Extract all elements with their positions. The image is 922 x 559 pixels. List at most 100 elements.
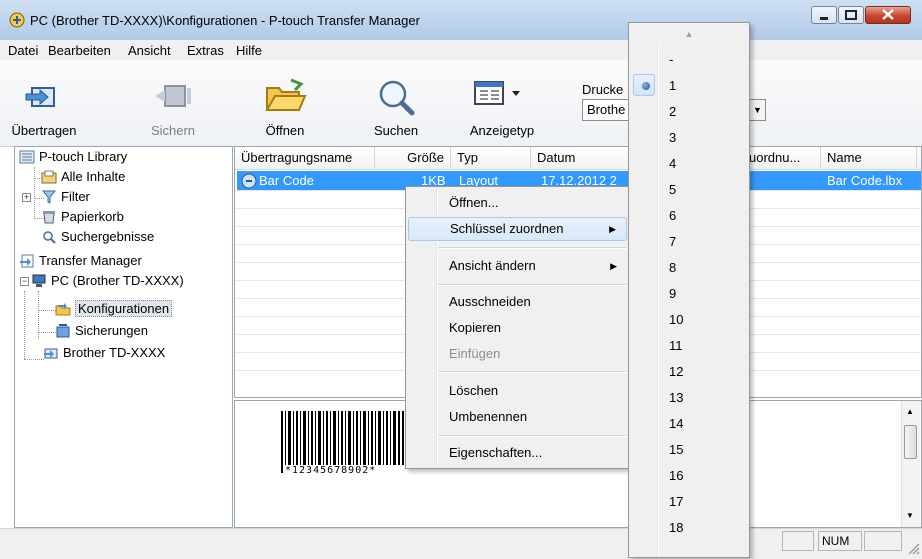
scroll-up-arrow-icon[interactable]: ▲ bbox=[629, 23, 749, 45]
menu-view[interactable]: Ansicht bbox=[128, 43, 171, 58]
menu-item-cut[interactable]: Ausschneiden bbox=[408, 290, 627, 314]
minimize-button[interactable] bbox=[811, 6, 837, 24]
backups-icon bbox=[56, 323, 70, 338]
scroll-thumb[interactable] bbox=[904, 425, 917, 459]
scroll-down-icon[interactable]: ▼ bbox=[906, 511, 914, 520]
key-item[interactable]: 8 bbox=[669, 255, 729, 281]
radio-selected-icon bbox=[642, 82, 650, 90]
col-date[interactable]: Datum bbox=[531, 147, 631, 169]
key-item[interactable]: 16 bbox=[669, 463, 729, 489]
tree-line bbox=[38, 332, 56, 333]
change-view-label: Ansicht ändern bbox=[449, 258, 536, 273]
assign-key-label: Schlüssel zuordnen bbox=[450, 221, 564, 236]
tree-item-library[interactable]: P-touch Library bbox=[19, 147, 127, 167]
key-item[interactable]: - bbox=[669, 47, 729, 73]
tree-item-trash[interactable]: Papierkorb bbox=[41, 207, 124, 227]
menu-item-copy[interactable]: Kopieren bbox=[408, 316, 627, 340]
viewtype-label: Anzeigetyp bbox=[469, 123, 535, 138]
device-icon bbox=[44, 348, 58, 359]
resize-grip-icon[interactable] bbox=[906, 541, 920, 555]
cell-file: Bar Code.lbx bbox=[827, 173, 903, 188]
key-item[interactable]: 1 bbox=[669, 73, 729, 99]
menu-edit[interactable]: Bearbeiten bbox=[48, 43, 111, 58]
tree-item-device[interactable]: Brother TD-XXXX bbox=[43, 343, 165, 363]
menu-file[interactable]: Datei bbox=[8, 43, 38, 58]
key-item[interactable]: 3 bbox=[669, 125, 729, 151]
status-cell bbox=[782, 531, 814, 551]
scroll-up-icon[interactable]: ▲ bbox=[906, 407, 914, 416]
key-item[interactable]: 13 bbox=[669, 385, 729, 411]
tree-line bbox=[24, 291, 25, 359]
key-item[interactable]: 4 bbox=[669, 151, 729, 177]
transfer-icon bbox=[25, 87, 55, 107]
col-size[interactable]: Größe bbox=[375, 147, 451, 169]
computer-icon bbox=[32, 274, 46, 287]
key-item[interactable]: 17 bbox=[669, 489, 729, 515]
menu-item-open[interactable]: Öffnen... bbox=[408, 191, 627, 215]
transfer-label: Übertragen bbox=[11, 123, 77, 138]
search-button[interactable]: Suchen bbox=[366, 60, 426, 144]
viewtype-button[interactable]: Anzeigetyp bbox=[462, 60, 542, 144]
title-bar: PC (Brother TD-XXXX)\Konfigurationen - P… bbox=[0, 0, 922, 41]
col-key[interactable]: uordnu... bbox=[743, 147, 821, 169]
menu-gutter bbox=[657, 45, 659, 557]
key-item[interactable]: 14 bbox=[669, 411, 729, 437]
menu-item-change-view[interactable]: Ansicht ändern ▶ bbox=[408, 254, 627, 278]
tree-item-filter[interactable]: Filter bbox=[41, 187, 90, 207]
key-item[interactable]: 5 bbox=[669, 177, 729, 203]
backup-button: Sichern bbox=[138, 60, 208, 144]
menu-item-properties[interactable]: Eigenschaften... bbox=[408, 441, 627, 465]
layout-file-icon bbox=[241, 173, 257, 189]
transfer-manager-icon bbox=[20, 254, 34, 268]
barcode-text: *12345678902* bbox=[285, 465, 405, 476]
preview-scrollbar[interactable]: ▲ ▼ bbox=[901, 401, 920, 527]
tree-item-search-results[interactable]: Suchergebnisse bbox=[41, 227, 154, 247]
menu-item-rename[interactable]: Umbenennen bbox=[408, 405, 627, 429]
printer-label: Drucke bbox=[582, 82, 624, 97]
minimize-icon bbox=[820, 17, 828, 20]
expand-filter-button[interactable]: + bbox=[22, 193, 31, 202]
menu-item-assign-key[interactable]: Schlüssel zuordnen ▶ bbox=[408, 217, 627, 241]
close-button[interactable] bbox=[865, 6, 911, 24]
tree-line bbox=[24, 359, 44, 360]
configurations-folder-icon bbox=[55, 302, 71, 316]
menu-extras[interactable]: Extras bbox=[187, 43, 224, 58]
menu-item-delete[interactable]: Löschen bbox=[408, 379, 627, 403]
key-item[interactable]: 7 bbox=[669, 229, 729, 255]
toolbar: Übertragen Sichern Öffnen Suchen Anzeige… bbox=[0, 60, 922, 147]
transfer-button[interactable]: Übertragen bbox=[0, 60, 88, 144]
app-icon bbox=[9, 12, 25, 28]
col-name[interactable]: Name bbox=[821, 147, 917, 169]
tree-line bbox=[38, 310, 56, 311]
menu-help[interactable]: Hilfe bbox=[236, 43, 262, 58]
backup-label: Sichern bbox=[150, 123, 196, 138]
key-item[interactable]: 18 bbox=[669, 515, 729, 541]
search-label: Suchen bbox=[373, 123, 419, 138]
library-icon bbox=[19, 150, 35, 164]
status-bar: NUM bbox=[0, 528, 922, 559]
key-item[interactable]: 2 bbox=[669, 99, 729, 125]
printer-value: Brothe bbox=[587, 102, 626, 117]
open-label: Öffnen bbox=[265, 123, 305, 138]
key-item[interactable]: 9 bbox=[669, 281, 729, 307]
search-icon bbox=[379, 80, 415, 116]
key-item[interactable]: 12 bbox=[669, 359, 729, 385]
col-transfer-name[interactable]: Übertragungsname bbox=[235, 147, 375, 169]
collapse-pc-button[interactable]: − bbox=[20, 277, 29, 286]
search-results-icon bbox=[43, 230, 56, 244]
key-item[interactable]: 11 bbox=[669, 333, 729, 359]
open-button[interactable]: Öffnen bbox=[255, 60, 315, 144]
key-item[interactable]: 10 bbox=[669, 307, 729, 333]
tree-item-transfer-manager[interactable]: Transfer Manager bbox=[19, 251, 142, 271]
key-item[interactable]: 15 bbox=[669, 437, 729, 463]
tree-item-configurations[interactable]: Konfigurationen bbox=[55, 299, 173, 319]
col-type[interactable]: Typ bbox=[451, 147, 531, 169]
key-item[interactable]: 6 bbox=[669, 203, 729, 229]
menu-bar: Datei Bearbeiten Ansicht Extras Hilfe bbox=[0, 40, 922, 60]
context-menu: Öffnen... Schlüssel zuordnen ▶ Ansicht ä… bbox=[405, 186, 630, 469]
maximize-button[interactable] bbox=[838, 6, 864, 24]
viewtype-icon bbox=[474, 81, 520, 105]
tree-item-pc[interactable]: PC (Brother TD-XXXX) bbox=[31, 271, 184, 291]
tree-item-all-contents[interactable]: Alle Inhalte bbox=[41, 167, 125, 187]
tree-item-backups[interactable]: Sicherungen bbox=[55, 321, 148, 341]
